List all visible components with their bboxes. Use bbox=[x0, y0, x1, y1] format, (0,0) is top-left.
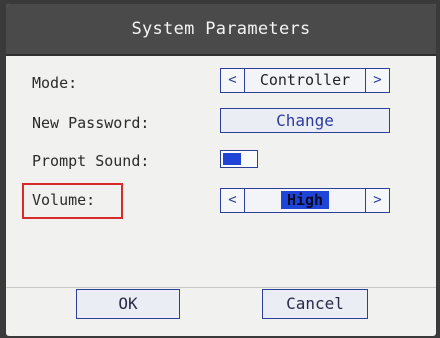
volume-next-button[interactable]: > bbox=[365, 189, 389, 212]
dialog-screen: System Parameters Mode: < Controller > N… bbox=[6, 4, 436, 336]
prompt-sound-toggle[interactable] bbox=[220, 150, 258, 168]
volume-value-box: High bbox=[245, 189, 365, 212]
prompt-sound-label: Prompt Sound: bbox=[32, 152, 150, 170]
cancel-button[interactable]: Cancel bbox=[262, 289, 368, 319]
ok-button[interactable]: OK bbox=[76, 289, 180, 319]
mode-label: Mode: bbox=[32, 74, 78, 92]
title-bar: System Parameters bbox=[6, 4, 436, 56]
volume-prev-button[interactable]: < bbox=[221, 189, 245, 212]
mode-next-button[interactable]: > bbox=[365, 69, 389, 92]
change-password-button[interactable]: Change bbox=[220, 108, 390, 133]
volume-value: High bbox=[280, 191, 330, 209]
mode-prev-button[interactable]: < bbox=[221, 69, 245, 92]
mode-value: Controller bbox=[259, 71, 351, 89]
volume-selector: < High > bbox=[220, 188, 390, 213]
new-password-label: New Password: bbox=[32, 114, 150, 132]
mode-selector: < Controller > bbox=[220, 68, 390, 93]
toggle-knob bbox=[223, 153, 241, 165]
dialog-title: System Parameters bbox=[131, 19, 311, 39]
footer-divider bbox=[6, 287, 436, 288]
volume-label: Volume: bbox=[32, 191, 96, 209]
